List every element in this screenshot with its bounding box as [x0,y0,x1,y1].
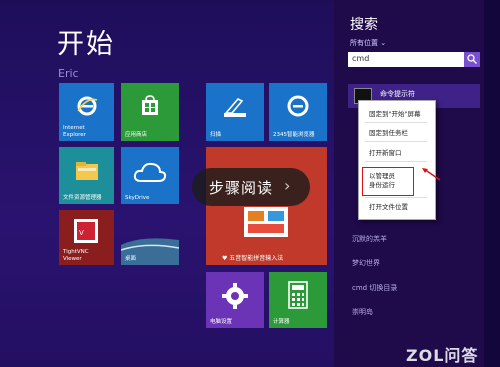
svg-text:V: V [79,229,84,237]
tile-wuyin-input[interactable]: ♥ 五音智能拼音输入法 [206,147,327,265]
tile-label: 应用商店 [125,131,148,138]
folder-icon [76,162,98,180]
search-result[interactable]: cmd 切换目录 [352,283,397,293]
step-reading-label: 步骤阅读 [209,179,274,197]
tile-calculator[interactable]: 计算器 [269,272,327,328]
search-query: cmd [352,54,370,63]
menu-divider [365,161,427,162]
tile-label: SkyDrive [125,194,150,201]
zol-watermark: ZOL问答 [406,346,479,365]
tile-label: ♥ 五音智能拼音输入法 [222,254,284,263]
search-input[interactable]: cmd [348,52,468,67]
start-title: 开始 [57,29,115,60]
tile-skydrive[interactable]: SkyDrive [121,147,179,204]
menu-open-new-window[interactable]: 打开新窗口 [369,149,402,157]
tightvnc-icon: V [74,219,98,243]
tile-label: 2345智能浏览器 [273,131,315,138]
cloud-icon [133,162,167,182]
chevron-right-icon: › [284,176,291,195]
tile-label: Internet Explorer [63,125,86,138]
tile-label: TightVNC Viewer [63,249,89,262]
tile-label: 电脑设置 [210,318,233,325]
red-arrow-pointer [422,168,441,181]
search-result[interactable]: 沉默的羔羊 [352,234,387,244]
menu-pin-to-taskbar[interactable]: 固定到任务栏 [369,129,408,137]
tile-desktop[interactable]: 桌面 [121,210,179,265]
tile-internet-explorer[interactable]: Internet Explorer [59,83,114,141]
scanner-icon [224,98,246,117]
context-menu: 固定到"开始"屏幕 固定到任务栏 打开新窗口 以管理员 身份运行 打开文件位置 [358,100,436,220]
tile-label: 桌面 [125,255,137,262]
step-reading-button[interactable]: 步骤阅读 › [192,168,310,206]
scroll-strip [484,0,500,367]
store-icon [142,95,158,115]
search-result[interactable]: 崇明岛 [352,307,373,317]
tile-pc-settings[interactable]: 电脑设置 [206,272,264,328]
run-as-admin-highlight [362,167,414,196]
menu-divider [365,122,427,123]
menu-pin-to-start[interactable]: 固定到"开始"屏幕 [369,110,420,118]
menu-open-file-location[interactable]: 打开文件位置 [369,203,408,211]
tile-label: 计算器 [273,318,290,325]
browser-2345-icon [287,95,309,117]
search-scope-dropdown[interactable]: 所有位置 ⌄ [350,38,386,48]
start-screen: 开始 Eric Internet Explorer 文件资源管理器 V Tigh… [0,0,500,367]
menu-divider [365,197,427,198]
result-label: 命令提示符 [380,90,415,98]
search-scope-label: 所有位置 [350,39,378,47]
search-button[interactable] [464,52,480,67]
internet-explorer-icon [77,96,98,116]
wuyin-app-icon [244,207,288,237]
tile-scan[interactable]: 扫描 [206,83,264,141]
gear-icon [222,283,248,309]
tile-label: 扫描 [210,131,222,138]
tile-store[interactable]: 应用商店 [121,83,179,141]
search-pane-title: 搜索 [350,17,378,33]
user-name[interactable]: Eric [58,67,79,80]
menu-divider [365,141,427,142]
tile-file-explorer[interactable]: 文件资源管理器 [59,147,114,204]
tile-tightvnc[interactable]: V TightVNC Viewer [59,210,114,265]
chevron-down-icon: ⌄ [380,39,387,47]
tile-2345-browser[interactable]: 2345智能浏览器 [269,83,327,141]
tile-label: 文件资源管理器 [63,194,102,201]
calculator-icon [288,281,308,309]
search-result[interactable]: 梦幻世界 [352,258,380,268]
tile-label-text: 五音智能拼音输入法 [229,254,284,262]
search-icon [467,54,477,64]
